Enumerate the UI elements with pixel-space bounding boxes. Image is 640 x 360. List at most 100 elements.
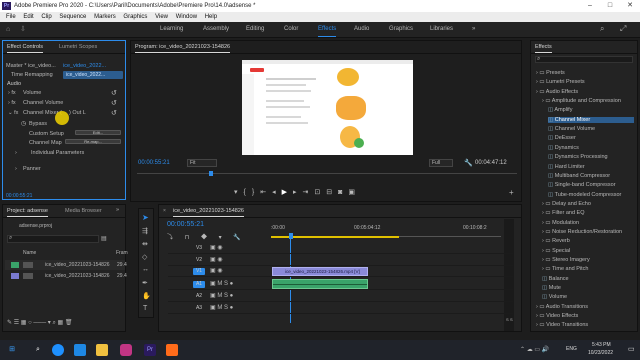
- effects-tree-item[interactable]: › ▭ Noise Reduction/Restoration: [542, 229, 622, 235]
- mark-out-icon[interactable]: }: [252, 189, 260, 196]
- track-a2[interactable]: A2 ▣ M S ●: [168, 291, 513, 302]
- edit-button[interactable]: Edit...: [75, 130, 121, 135]
- track-label[interactable]: V2: [193, 257, 205, 264]
- timeline-sequence-tab[interactable]: ice_video_20221023-154826: [173, 208, 244, 217]
- bypass-stopwatch-icon[interactable]: ◷: [21, 120, 26, 127]
- effects-tree-item[interactable]: › ▭ Video Transitions: [536, 322, 588, 328]
- workspace-tab-libraries[interactable]: Libraries: [430, 26, 453, 32]
- video-preview[interactable]: [242, 60, 413, 155]
- project-row[interactable]: ice_video_20221023-154826 29.4: [5, 271, 127, 281]
- marker-icon[interactable]: ▾: [234, 189, 244, 196]
- project-search-input[interactable]: [7, 235, 99, 243]
- lift-icon[interactable]: ⊡: [314, 189, 326, 196]
- fit-dropdown[interactable]: Fit: [187, 159, 217, 167]
- effects-tree-item[interactable]: › ▭ Reverb: [542, 238, 570, 244]
- edge-icon[interactable]: [74, 344, 86, 356]
- effects-tree-item[interactable]: ◫ Mute: [542, 285, 561, 291]
- effects-panel-title[interactable]: Effects: [535, 44, 552, 53]
- effects-tree-item[interactable]: ◫ Balance: [542, 276, 569, 282]
- timeline-tools[interactable]: ⤵ ⊓ ◆ ▾ 🔧: [167, 232, 246, 241]
- project-row[interactable]: ice_video_20221023-154826 29.4: [5, 260, 127, 270]
- effects-tree-item[interactable]: ◫ Dynamics Processing: [548, 154, 608, 160]
- type-icon[interactable]: T: [143, 305, 147, 312]
- tab-lumetri-scopes[interactable]: Lumetri Scopes: [59, 44, 97, 50]
- step-forward-icon[interactable]: ▸: [293, 189, 303, 196]
- audio-clip[interactable]: [272, 279, 368, 289]
- file-explorer-icon[interactable]: [96, 344, 108, 356]
- menu-edit[interactable]: Edit: [23, 14, 33, 20]
- effects-tree-item[interactable]: › ▭ Audio Transitions: [536, 304, 588, 310]
- selection-tool-icon[interactable]: ➤: [142, 213, 149, 222]
- search-icon[interactable]: ⌕: [600, 24, 604, 34]
- razor-icon[interactable]: ◇: [142, 253, 147, 261]
- effects-tree-item[interactable]: ◫ Channel Volume: [548, 126, 595, 132]
- reset-channel-mixer-icon[interactable]: ↺: [111, 109, 117, 117]
- premiere-taskbar-icon[interactable]: Pr: [144, 344, 156, 356]
- language-indicator[interactable]: ENG: [566, 346, 577, 352]
- menu-help[interactable]: Help: [205, 14, 217, 20]
- effects-tree-item[interactable]: › ▭ Lumetri Presets: [536, 79, 585, 85]
- effect-volume[interactable]: Volume: [23, 90, 41, 96]
- play-icon[interactable]: ▶: [282, 189, 293, 196]
- clock-time[interactable]: 5:43 PM: [592, 342, 611, 348]
- tab-effect-controls[interactable]: Effect Controls: [7, 44, 43, 53]
- effects-tree-item[interactable]: ◫ Amplify: [548, 107, 572, 113]
- menu-file[interactable]: File: [6, 14, 16, 20]
- track-a3[interactable]: A3 ▣ M S ●: [168, 303, 513, 314]
- effects-tree-item[interactable]: › ▭ Stereo Imagery: [542, 257, 590, 263]
- tab-project[interactable]: Project: adsense: [7, 208, 48, 217]
- go-to-out-icon[interactable]: ⇥: [303, 189, 315, 196]
- effect-channel-volume[interactable]: Channel Volume: [23, 100, 63, 106]
- effects-tree-item[interactable]: › ▭ Delay and Echo: [542, 201, 591, 207]
- expand-channel-volume-icon[interactable]: › fx: [8, 100, 16, 106]
- effects-tree-item[interactable]: ◫ DeEsser: [548, 135, 576, 141]
- ripple-edit-icon[interactable]: ⇹: [142, 240, 148, 248]
- app-taskbar-icon[interactable]: [166, 344, 178, 356]
- workspace-tab-audio[interactable]: Audio: [354, 26, 369, 32]
- panel-more-icon[interactable]: »: [116, 207, 119, 213]
- effects-tree-item[interactable]: ◫ Dynamics: [548, 145, 579, 151]
- effects-search-input[interactable]: ⌕: [535, 56, 633, 63]
- track-toggle-icon[interactable]: ▣ M S ●: [210, 292, 233, 299]
- tray-icons[interactable]: ⌃ ☁ ▭ 🔊: [520, 346, 549, 353]
- workspace-tab-color[interactable]: Color: [284, 26, 298, 32]
- track-toggle-icon[interactable]: ▣ M S ●: [210, 280, 233, 287]
- effects-tree-item[interactable]: ◫ Multiband Compressor: [548, 173, 610, 179]
- browser-icon[interactable]: [52, 344, 64, 356]
- expand-volume-icon[interactable]: › fx: [8, 90, 16, 96]
- workspace-tab-assembly[interactable]: Assembly: [203, 26, 229, 32]
- effects-tree-item[interactable]: › ▭ Filter and EQ: [542, 210, 585, 216]
- timeline-timecode[interactable]: 00:00:55:21: [167, 221, 204, 228]
- effects-tree-item[interactable]: › ▭ Audio Effects: [536, 89, 578, 95]
- master-clip-label[interactable]: Master * ice_video...: [6, 63, 56, 69]
- effects-tree-item[interactable]: ◫ Channel Mixer: [548, 116, 634, 123]
- column-frame-rate[interactable]: Fram: [116, 250, 128, 256]
- remap-button[interactable]: Re-map...: [65, 139, 121, 144]
- effects-tree-item[interactable]: › ▭ Presets: [536, 70, 565, 76]
- workspace-tab-effects[interactable]: Effects: [318, 26, 337, 37]
- search-taskbar-icon[interactable]: ⌕: [32, 344, 44, 356]
- import-icon[interactable]: ⇩: [20, 25, 26, 33]
- effects-tree-item[interactable]: › ▭ Amplitude and Compression: [542, 98, 621, 104]
- clip-name-label[interactable]: ice_video_2022...: [63, 63, 106, 69]
- track-toggle-icon[interactable]: ▣ ◉: [210, 267, 223, 274]
- workspace-tab-editing[interactable]: Editing: [246, 26, 264, 32]
- menu-graphics[interactable]: Graphics: [123, 14, 147, 20]
- expand-individual-params-icon[interactable]: ›: [15, 150, 17, 156]
- menu-view[interactable]: View: [155, 14, 168, 20]
- video-clip[interactable]: ice_video_20221023-154826.mp4 [V]: [272, 267, 368, 276]
- effects-tree-item[interactable]: ◫ Volume: [542, 294, 567, 300]
- close-sequence-icon[interactable]: ×: [163, 208, 166, 214]
- meter-solo-label[interactable]: S: [506, 317, 509, 322]
- effects-tree-item[interactable]: ◫ Single-band Compressor: [548, 182, 616, 188]
- new-bin-icon[interactable]: ▤: [101, 235, 107, 242]
- effects-tree-item[interactable]: › ▭ Video Effects: [536, 313, 578, 319]
- project-bottom-toolbar[interactable]: ✎ ☰ ▦ ○ ─── ▾ ⌕ ▦ 🗑: [7, 319, 72, 327]
- workspace-more[interactable]: »: [472, 26, 475, 32]
- tab-media-browser[interactable]: Media Browser: [65, 208, 102, 214]
- program-timecode[interactable]: 00:00:55:21: [138, 160, 170, 166]
- home-icon[interactable]: ⌂: [6, 26, 10, 33]
- close-button[interactable]: ✕: [620, 0, 640, 12]
- reset-volume-icon[interactable]: ↺: [111, 89, 117, 97]
- track-label[interactable]: A3: [193, 305, 205, 312]
